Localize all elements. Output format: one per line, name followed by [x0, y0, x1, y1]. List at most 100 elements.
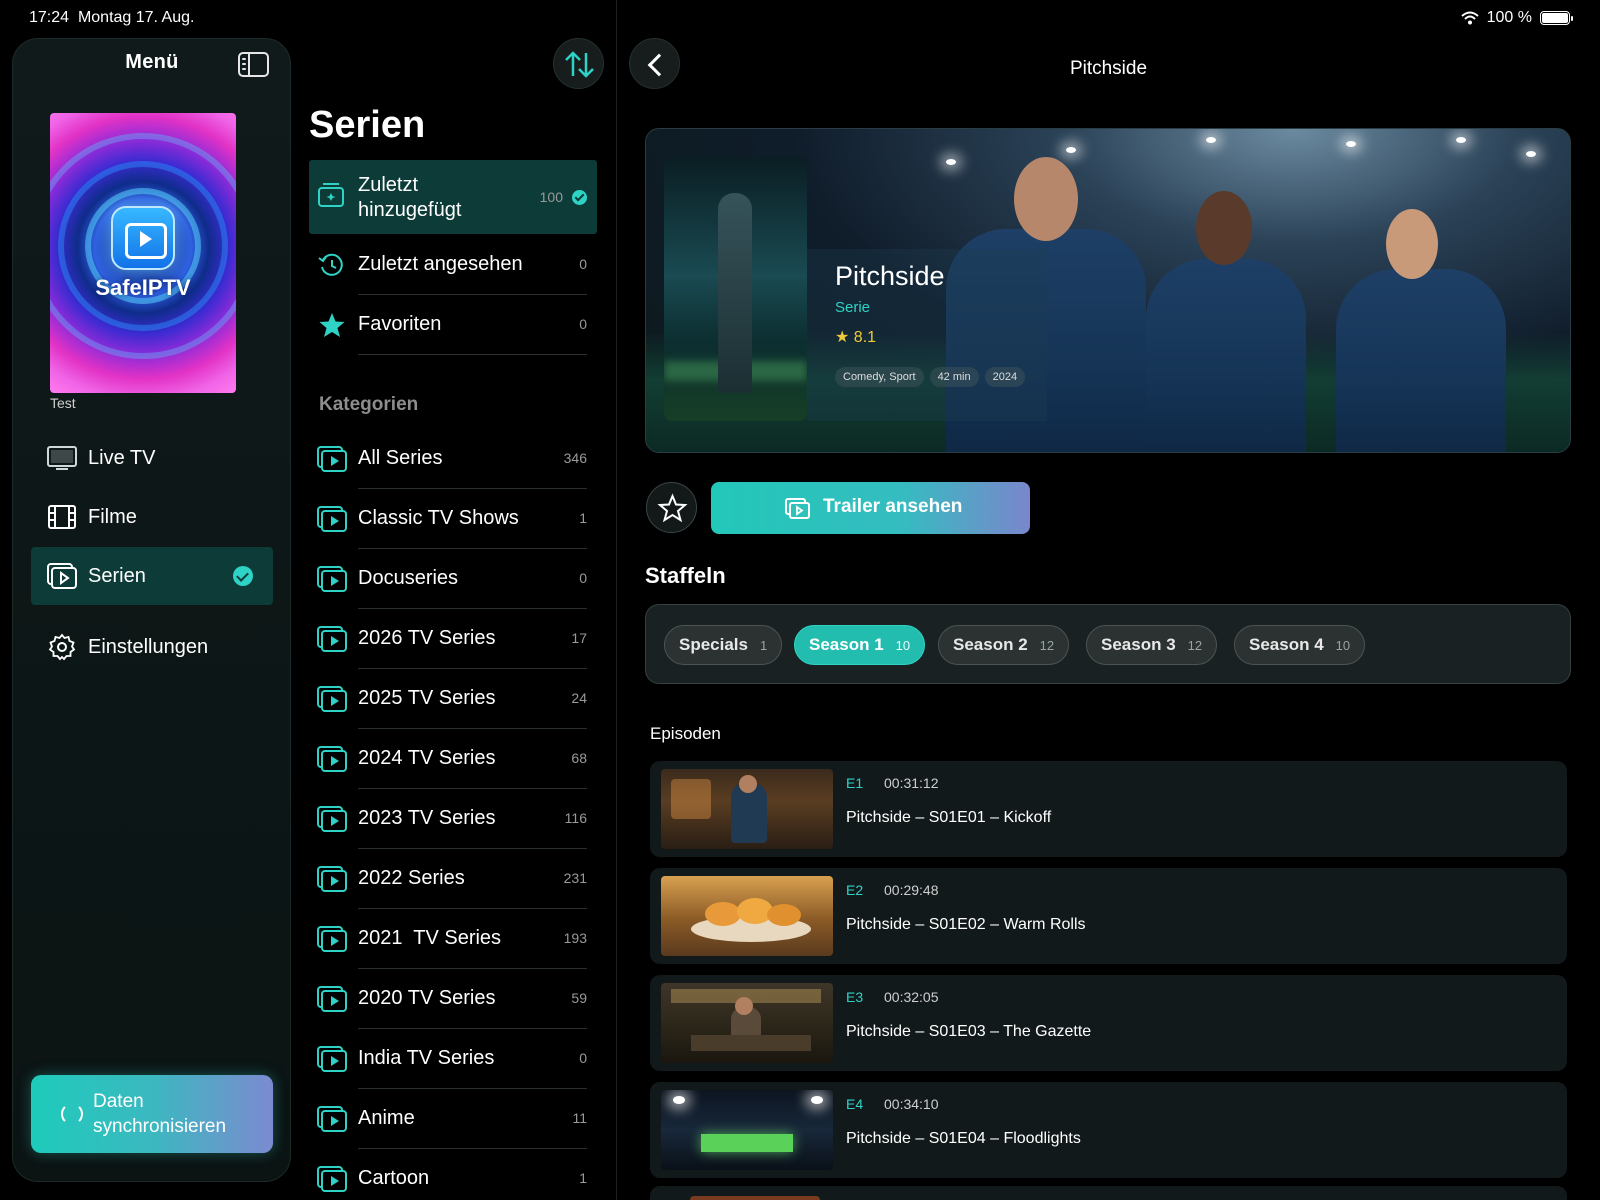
episode-thumbnail	[661, 1090, 833, 1170]
series-folder-icon	[317, 866, 347, 892]
series-folder-icon	[317, 566, 347, 592]
sidebar-item-label: Serien	[88, 564, 146, 587]
category-label: Cartoon	[358, 1167, 430, 1189]
episode-number: E4	[846, 1096, 864, 1112]
episode-number: E3	[846, 989, 864, 1005]
sort-button[interactable]	[553, 38, 604, 89]
category-label: 2024 TV Series	[358, 747, 496, 769]
series-folder-icon	[317, 806, 347, 832]
sync-button-label: Daten synchronisieren	[93, 1091, 227, 1137]
film-icon	[48, 505, 76, 529]
category-label: India TV Series	[358, 1047, 495, 1069]
season-pill-3[interactable]: Season 3 12	[1086, 625, 1218, 665]
list-item-recently-added[interactable]: Zuletzt hinzugefügt 100	[309, 160, 597, 234]
category-count: 59	[571, 990, 587, 1006]
profile-image[interactable]: SafeIPTV	[50, 113, 236, 393]
category-count: 1	[579, 510, 587, 526]
checkmark-icon	[572, 190, 587, 205]
sidebar-toggle-icon[interactable]	[238, 52, 269, 77]
episode-row[interactable]: E3 00:32:05 Pitchside – S01E03 – The Gaz…	[650, 975, 1567, 1071]
category-item[interactable]: 2023 TV Series 116	[309, 788, 597, 849]
category-count: 193	[563, 930, 587, 946]
history-icon	[318, 253, 343, 276]
category-label: 2020 TV Series	[358, 987, 496, 1009]
category-item[interactable]: Anime 11	[309, 1088, 597, 1149]
detail-title: Pitchside	[1069, 58, 1148, 79]
sidebar-item-filme[interactable]: Filme	[31, 488, 273, 546]
season-picker: Specials 1 Season 1 10 Season 2 12 Season 3…	[645, 604, 1571, 684]
category-label: 2025 TV Series	[358, 687, 496, 709]
list-item-label: Zuletzt hinzugefügt	[358, 174, 462, 221]
hero-banner: Pitchside Serie ★ 8.1 Comedy, Sport 42 m…	[645, 128, 1571, 453]
episode-row[interactable]: E1 00:31:12 Pitchside – S01E01 – Kickoff	[650, 761, 1567, 857]
episode-duration: 00:32:05	[884, 989, 939, 1005]
category-label: 2022 Series	[358, 867, 465, 889]
episode-title: Pitchside – S01E01 – Kickoff	[846, 809, 1052, 826]
category-label: 2021 TV Series	[358, 927, 502, 949]
sidebar-item-einstellungen[interactable]: Einstellungen	[31, 618, 273, 676]
wifi-icon	[1460, 11, 1479, 25]
sidebar-item-live-tv[interactable]: Live TV	[31, 429, 273, 487]
episode-duration: 00:29:48	[884, 882, 939, 898]
list-item-label: Zuletzt angesehen	[358, 253, 523, 275]
episode-title: Pitchside – S01E02 – Warm Rolls	[846, 916, 1086, 933]
category-label: Classic TV Shows	[358, 507, 519, 529]
sidebar-item-serien[interactable]: Serien	[31, 547, 273, 605]
category-item[interactable]: All Series 346	[309, 428, 597, 489]
list-item-count: 0	[579, 256, 587, 272]
series-icon	[47, 563, 77, 589]
battery-percent: 100 %	[1486, 9, 1532, 26]
episode-row[interactable]: E2 00:29:48 Pitchside – S01E02 – Warm Ro…	[650, 868, 1567, 964]
season-pill-4[interactable]: Season 4 10	[1234, 625, 1366, 665]
category-item[interactable]: 2025 TV Series 24	[309, 668, 597, 729]
sync-data-button[interactable]: Daten synchronisieren	[31, 1075, 273, 1153]
series-tags: Comedy, Sport 42 min 2024	[835, 367, 1026, 387]
category-item[interactable]: 2026 TV Series 17	[309, 608, 597, 669]
series-folder-icon	[317, 1046, 347, 1072]
sidebar-item-label: Filme	[88, 505, 137, 528]
favorite-button[interactable]	[646, 482, 697, 533]
category-item[interactable]: 2020 TV Series 59	[309, 968, 597, 1029]
category-item[interactable]: India TV Series 0	[309, 1028, 597, 1089]
checkmark-icon	[233, 566, 253, 586]
category-item[interactable]: 2021 TV Series 193	[309, 908, 597, 969]
category-count: 116	[564, 810, 587, 826]
category-label: 2026 TV Series	[358, 627, 496, 649]
episode-number: E2	[846, 882, 864, 898]
series-folder-icon	[317, 686, 347, 712]
recently-added-icon	[318, 183, 344, 207]
season-pill-specials[interactable]: Specials 1	[664, 625, 783, 665]
episode-row[interactable]: E4 00:34:10 Pitchside – S01E04 – Floodli…	[650, 1082, 1567, 1178]
tag-year: 2024	[984, 367, 1026, 387]
category-item[interactable]: Docuseries 0	[309, 548, 597, 609]
status-right: 100 %	[1460, 9, 1573, 27]
list-item-recently-viewed[interactable]: Zuletzt angesehen 0	[309, 234, 597, 295]
series-folder-icon	[317, 626, 347, 652]
series-folder-icon	[317, 446, 347, 472]
category-count: 0	[579, 1050, 587, 1066]
category-count: 0	[579, 570, 587, 586]
status-time-date: 17:24 Montag 17. Aug.	[29, 9, 195, 26]
episode-duration: 00:34:10	[884, 1096, 939, 1112]
star-icon	[319, 313, 345, 337]
season-pill-1[interactable]: Season 1 10	[794, 625, 926, 665]
episode-row-partial[interactable]	[650, 1186, 1567, 1200]
series-folder-icon	[317, 1166, 347, 1192]
trailer-button[interactable]: Trailer ansehen	[711, 482, 1030, 534]
sort-arrows-icon	[565, 51, 594, 78]
tv-icon	[47, 446, 77, 470]
episodes-heading: Episoden	[650, 724, 721, 743]
category-label: 2023 TV Series	[358, 807, 496, 829]
category-label: Docuseries	[358, 567, 459, 589]
category-item[interactable]: 2024 TV Series 68	[309, 728, 597, 789]
series-folder-icon	[317, 1106, 347, 1132]
series-folder-icon	[317, 926, 347, 952]
category-label: Anime	[358, 1107, 415, 1129]
category-item[interactable]: Cartoon 1	[309, 1148, 597, 1200]
series-folder-icon	[317, 986, 347, 1012]
series-detail: Pitchside Pitchside Serie ★ 8.1 Comedy, …	[617, 36, 1600, 1200]
list-item-favorites[interactable]: Favoriten 0	[309, 294, 597, 355]
category-item[interactable]: 2022 Series 231	[309, 848, 597, 909]
category-item[interactable]: Classic TV Shows 1	[309, 488, 597, 549]
season-pill-2[interactable]: Season 2 12	[938, 625, 1070, 665]
